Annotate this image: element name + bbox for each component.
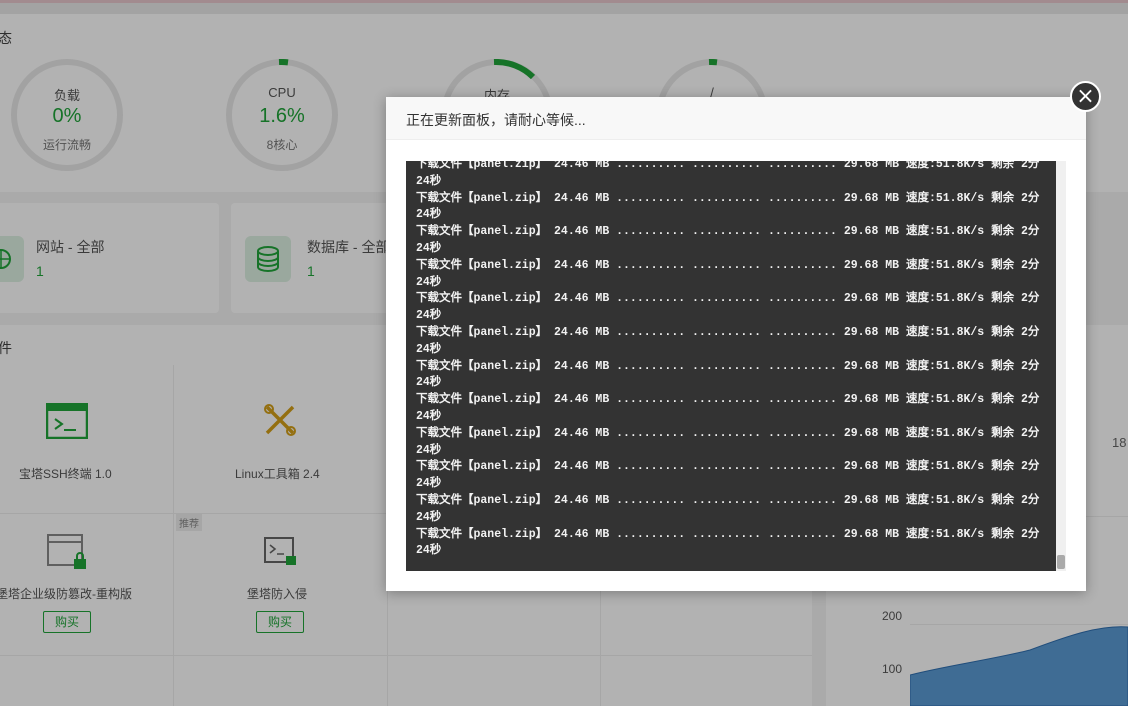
log-line: 下载文件【panel.zip】 24.46 MB .......... ....… — [416, 325, 1040, 356]
update-panel-modal: 正在更新面板，请耐心等候... 下载文件【panel.zip】 24.46 MB… — [386, 97, 1086, 591]
log-line: 下载文件【panel.zip】 24.46 MB .......... ....… — [416, 292, 1040, 323]
modal-header: 正在更新面板，请耐心等候... — [386, 97, 1086, 140]
log-line: 下载文件【panel.zip】 24.46 MB .......... ....… — [416, 191, 1040, 222]
scroll-thumb[interactable] — [1057, 555, 1065, 569]
modal-title: 正在更新面板，请耐心等候... — [406, 112, 586, 128]
log-line: 下载文件【panel.zip】 24.46 MB .......... ....… — [416, 359, 1040, 390]
log-line: 下载文件【panel.zip】 24.46 MB .......... ....… — [416, 426, 1040, 457]
log-line: 下载文件【panel.zip】 24.46 MB .......... ....… — [416, 258, 1040, 289]
log-line: 下载文件【panel.zip】 24.46 MB .......... ....… — [416, 460, 1040, 491]
log-line: 下载文件【panel.zip】 24.46 MB .......... ....… — [416, 225, 1040, 255]
terminal-scrollbar[interactable] — [1056, 161, 1066, 571]
log-line: 下载文件【panel.zip】 24.46 MB .......... ....… — [416, 393, 1040, 423]
log-line: 下载文件【panel.zip】 24.46 MB .......... ....… — [416, 493, 1040, 524]
log-lines: 下载文件【panel.zip】 24.46 MB .......... ....… — [416, 161, 1046, 560]
log-line: 下载文件【panel.zip】 24.46 MB .......... ....… — [416, 527, 1040, 558]
update-log-terminal[interactable]: 下载文件【panel.zip】 24.46 MB .......... ....… — [406, 161, 1066, 571]
log-line: 下载文件【panel.zip】 24.46 MB .......... ....… — [416, 161, 1040, 188]
close-icon[interactable]: × — [1070, 81, 1101, 112]
